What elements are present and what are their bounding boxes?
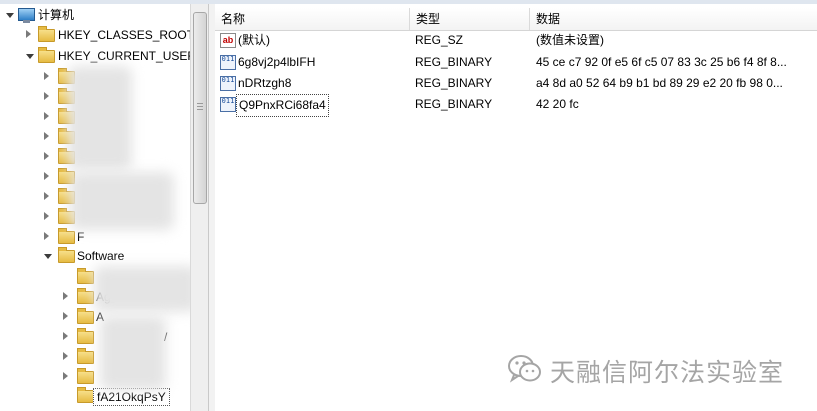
watermark-text: 天融信阿尔法实验室 <box>550 358 785 387</box>
value-row[interactable]: ab (默认) REG_SZ (数值未设置) <box>215 30 817 51</box>
redaction-blur <box>70 172 174 230</box>
folder-icon <box>77 288 94 304</box>
folder-icon <box>77 387 94 403</box>
tree-node-hkey-current-user[interactable]: HKEY_CURRENT_USER <box>0 47 190 65</box>
value-row-focused[interactable]: 011 Q9PnxRCi68fa4 REG_BINARY 42 20 fc <box>215 94 817 117</box>
tree-vertical-scrollbar[interactable] <box>190 4 208 411</box>
collapse-arrow-icon[interactable] <box>44 72 49 80</box>
tree-node-hkey-classes-root[interactable]: HKEY_CLASSES_ROOT <box>0 26 190 44</box>
wechat-icon <box>508 355 541 383</box>
folder-icon <box>58 228 75 244</box>
binary-value-icon: 011 <box>220 76 236 91</box>
column-header-type[interactable]: 类型 <box>410 8 530 30</box>
column-header-data[interactable]: 数据 <box>530 8 817 30</box>
collapse-arrow-icon[interactable] <box>63 352 68 360</box>
value-data: 45 ce c7 92 0f e5 6f c5 07 83 3c 25 b6 f… <box>536 55 787 69</box>
folder-icon <box>77 308 94 324</box>
folder-icon <box>77 268 94 284</box>
thumb-grip <box>197 103 203 104</box>
collapse-arrow-icon[interactable] <box>44 192 49 200</box>
tree-node-label: HKEY_CURRENT_USER <box>58 49 190 63</box>
collapse-arrow-icon[interactable] <box>44 92 49 100</box>
redaction-blur <box>68 66 132 170</box>
tree-node-obscured[interactable] <box>0 168 80 186</box>
string-value-icon: ab <box>220 33 236 48</box>
binary-value-icon: 011 <box>220 97 236 112</box>
tree-node-computer[interactable]: 计算机 <box>0 6 190 24</box>
expand-arrow-icon[interactable] <box>26 54 34 59</box>
collapse-arrow-icon[interactable] <box>44 152 49 160</box>
binary-value-icon: 011 <box>220 55 236 70</box>
values-list[interactable]: 名称 类型 数据 ab (默认) REG_SZ (数值未设置) 011 6g8v… <box>215 4 817 411</box>
tree-node-obscured[interactable]: F <box>0 228 95 246</box>
collapse-arrow-icon[interactable] <box>63 292 68 300</box>
collapse-arrow-icon[interactable] <box>63 372 68 380</box>
collapse-arrow-icon[interactable] <box>44 212 49 220</box>
value-data: 42 20 fc <box>536 97 579 111</box>
tree-node-label: 计算机 <box>38 8 75 22</box>
value-name: Q9PnxRCi68fa4 <box>236 94 329 117</box>
tree-node-label: HKEY_CLASSES_ROOT <box>58 28 190 42</box>
list-header: 名称 类型 数据 <box>215 8 817 31</box>
scrollbar-thumb[interactable] <box>193 12 207 204</box>
thumb-grip <box>197 106 203 107</box>
tree-node-selected-key[interactable]: fA21OkqPsY <box>0 387 190 406</box>
value-type: REG_BINARY <box>415 97 493 111</box>
value-name: (默认) <box>238 33 270 47</box>
tree-node-label: Software <box>77 249 125 263</box>
expand-arrow-icon[interactable] <box>6 13 14 18</box>
tree-node-label: F <box>77 230 85 244</box>
collapse-arrow-icon[interactable] <box>44 112 49 120</box>
collapse-arrow-icon[interactable] <box>44 232 49 240</box>
collapse-arrow-icon[interactable] <box>63 332 68 340</box>
value-name: 6g8vj2p4lbIFH <box>238 55 316 69</box>
redaction-blur <box>94 266 190 312</box>
value-data: (数值未设置) <box>536 33 604 47</box>
folder-icon <box>38 47 55 63</box>
tree-node-software[interactable]: Software <box>0 247 190 265</box>
folder-icon <box>38 26 55 42</box>
tree-node-obscured[interactable] <box>0 268 94 286</box>
folder-icon <box>58 247 75 263</box>
registry-tree[interactable]: 计算机 HKEY_CLASSES_ROOT HKEY_CURRENT_USER <box>0 4 190 411</box>
collapse-arrow-icon[interactable] <box>44 132 49 140</box>
value-name: nDRtzgh8 <box>238 76 292 90</box>
folder-icon <box>77 368 94 384</box>
expand-arrow-icon[interactable] <box>44 254 52 259</box>
value-row[interactable]: 011 6g8vj2p4lbIFH REG_BINARY 45 ce c7 92… <box>215 52 817 73</box>
collapse-arrow-icon[interactable] <box>26 30 31 38</box>
value-data: a4 8d a0 52 64 b9 b1 bd 89 29 e2 20 fb 9… <box>536 76 783 90</box>
folder-icon <box>77 348 94 364</box>
value-row[interactable]: 011 nDRtzgh8 REG_BINARY a4 8d a0 52 64 b… <box>215 73 817 94</box>
redaction-blur <box>100 316 166 390</box>
column-header-name[interactable]: 名称 <box>215 8 410 30</box>
value-type: REG_SZ <box>415 33 464 47</box>
tree-node-label: fA21OkqPsY <box>93 388 170 406</box>
collapse-arrow-icon[interactable] <box>63 312 68 320</box>
value-type: REG_BINARY <box>415 76 493 90</box>
folder-icon <box>77 328 94 344</box>
tree-node-obscured[interactable] <box>0 188 80 206</box>
thumb-grip <box>197 109 203 110</box>
value-type: REG_BINARY <box>415 55 493 69</box>
collapse-arrow-icon[interactable] <box>44 172 49 180</box>
tree-node-obscured[interactable] <box>0 208 80 226</box>
computer-icon <box>18 8 35 23</box>
